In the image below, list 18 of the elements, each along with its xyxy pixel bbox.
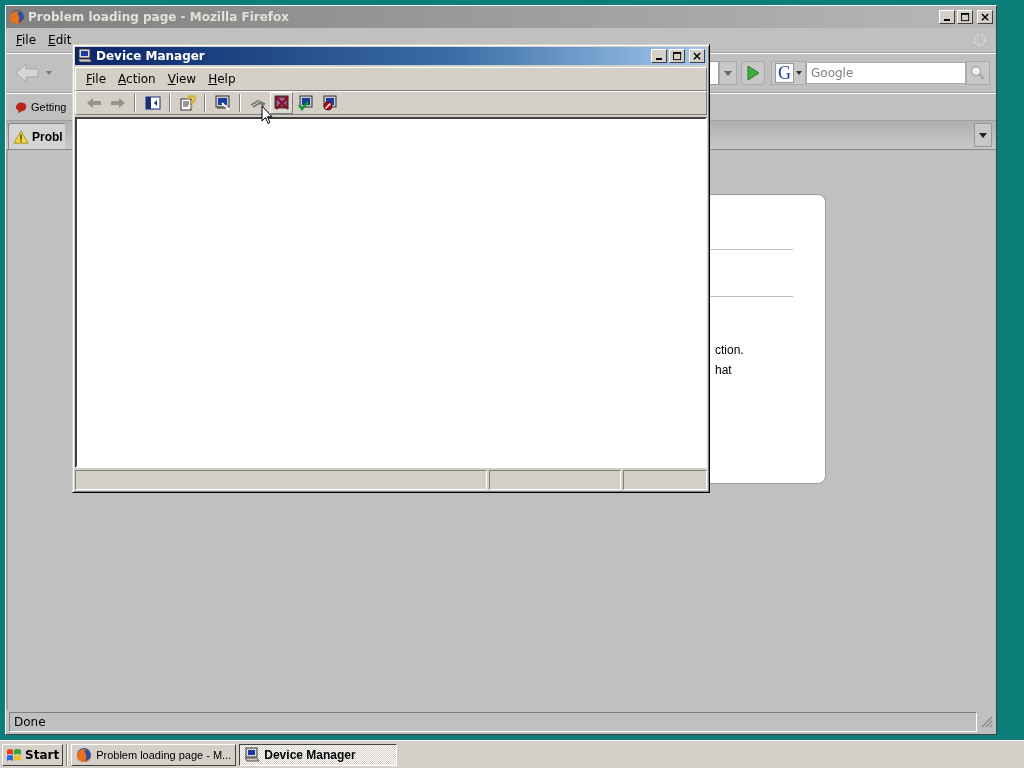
- status-text: Done: [9, 712, 977, 732]
- menu-item[interactable]: View: [161, 72, 203, 86]
- menu-item[interactable]: File: [10, 33, 43, 47]
- menu-item[interactable]: Edit: [42, 33, 78, 47]
- bookmark-link[interactable]: Getting: [14, 100, 67, 114]
- start-button[interactable]: Start: [2, 743, 64, 766]
- error-text: ction.: [715, 343, 744, 357]
- search-engine-button[interactable]: G: [771, 61, 806, 85]
- menu-item[interactable]: Action: [112, 72, 162, 86]
- taskbar-button[interactable]: Device Manager: [239, 743, 398, 766]
- window-title: Device Manager: [96, 49, 206, 63]
- window-title: Problem loading page - Mozilla Firefox: [28, 10, 291, 24]
- error-text: hat: [715, 363, 732, 377]
- browser-tab[interactable]: Probl: [8, 123, 65, 149]
- menu-item[interactable]: Help: [202, 72, 242, 86]
- search-field[interactable]: Google: [806, 62, 966, 84]
- taskbar-button[interactable]: Problem loading page - M...: [71, 743, 237, 766]
- menu-item[interactable]: File: [80, 72, 113, 86]
